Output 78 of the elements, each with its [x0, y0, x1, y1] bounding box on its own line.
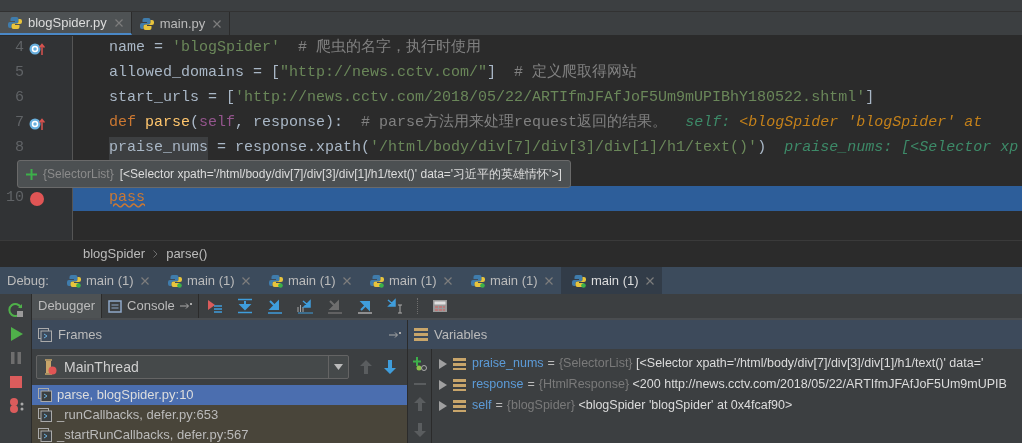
- code-line: allowed_domains = ["http://news.cctv.com/"] # 定义爬取得网站: [108, 62, 639, 84]
- variable-value: response = {HtmlResponse} <200 http://news.cctv.com/2018/05/22/ARTIfmJFAfJoF5Um9mUPIB: [472, 376, 1007, 394]
- frame-icon: [38, 428, 52, 442]
- calculator-icon[interactable]: [431, 298, 448, 314]
- variables-icon: [414, 328, 428, 341]
- code-line: start_urls = ['http://news.cctv.com/2018/05/22/ARTIfmJFAfJoF5Um9mUPIBhY180522.shtml']: [108, 88, 876, 109]
- stop-icon[interactable]: [7, 374, 24, 390]
- frame-item[interactable]: _startRunCallbacks, defer.py:567: [32, 425, 407, 443]
- breakpoint-icon[interactable]: [30, 191, 44, 206]
- close-icon[interactable]: [544, 276, 553, 285]
- python-icon: [139, 16, 154, 31]
- down-arrow-icon[interactable]: [383, 359, 397, 375]
- debug-tab[interactable]: main (1): [55, 267, 157, 294]
- rerun-icon[interactable]: [7, 302, 24, 318]
- variable-value: self = {blogSpider} <blogSpider 'blogSpider' at 0x4fcaf90>: [472, 397, 793, 415]
- debug-tab[interactable]: main (1): [459, 267, 561, 294]
- override-marker-icon[interactable]: [29, 116, 45, 131]
- expand-arrow-icon[interactable]: [439, 358, 447, 369]
- breadcrumb-item[interactable]: parse(): [166, 244, 208, 264]
- step-over-icon[interactable]: [236, 298, 253, 314]
- variable-value: praise_nums = {SelectorList} [<Selector xpath='/html/body/div[7]/div[3]/div[1]/h1/text()' data=': [472, 355, 984, 373]
- variable-icon: [453, 357, 466, 370]
- panel-header: Variables: [408, 320, 1022, 349]
- code-line: name = 'blogSpider' # 爬虫的名字，执行时使用: [108, 37, 483, 59]
- variable-icon: [453, 399, 466, 412]
- debug-tab[interactable]: main (1): [358, 267, 460, 294]
- step-into-my-code-icon[interactable]: [296, 298, 313, 314]
- panel-tab[interactable]: Debugger: [32, 294, 103, 318]
- code-line: def parse(self, response): # parse方法用来处理request返回的结果。 self: <blogSpider 'blogSpider' at: [108, 112, 984, 134]
- close-icon[interactable]: [114, 18, 123, 27]
- add-watch-icon[interactable]: [412, 357, 427, 371]
- python-icon: [571, 273, 586, 288]
- breadcrumb-item[interactable]: blogSpider: [83, 244, 146, 264]
- thread-icon: [42, 359, 58, 375]
- plus-icon[interactable]: [26, 168, 37, 180]
- expand-arrow-icon[interactable]: [439, 400, 447, 411]
- close-icon[interactable]: [213, 19, 222, 28]
- python-icon: [268, 273, 283, 288]
- chevron-icon: [153, 250, 159, 258]
- python-icon: [8, 15, 22, 30]
- python-icon: [470, 273, 485, 288]
- breakpoints-icon[interactable]: [7, 398, 24, 414]
- python-icon: [66, 273, 81, 288]
- expand-arrow-icon[interactable]: [439, 379, 447, 390]
- close-icon[interactable]: [342, 276, 351, 285]
- code-line: praise_nums = response.xpath('/html/body/div[7]/div[3]/div[1]/h1/text()') praise_nums: [<Selector xp: [73, 136, 1022, 161]
- python-icon: [369, 273, 384, 288]
- close-icon[interactable]: [241, 276, 250, 285]
- debug-tab[interactable]: main (1): [560, 267, 662, 294]
- debug-tab[interactable]: main (1): [257, 267, 359, 294]
- frame-item[interactable]: _runCallbacks, defer.py:653: [32, 405, 407, 425]
- python-icon: [167, 273, 182, 288]
- debug-label: Debug:: [6, 271, 50, 290]
- thread-dropdown[interactable]: MainThread: [36, 355, 349, 379]
- editor-tab[interactable]: blogSpider.py: [0, 12, 132, 35]
- close-icon[interactable]: [140, 276, 149, 285]
- pin-icon[interactable]: [389, 330, 401, 339]
- close-icon[interactable]: [645, 276, 654, 285]
- step-into-icon[interactable]: [266, 298, 283, 314]
- debug-tab[interactable]: main (1): [156, 267, 258, 294]
- force-step-into-icon[interactable]: [326, 298, 343, 314]
- execution-point-icon[interactable]: [206, 298, 223, 314]
- pin-icon[interactable]: [179, 302, 192, 310]
- value-tooltip: {SelectorList} [<Selector xpath='/html/body/div[7]/div[3]/div[1]/h1/text()' data='习近平的英雄情怀'>]: [17, 160, 571, 188]
- step-out-icon[interactable]: [356, 298, 373, 314]
- frame-icon: [38, 408, 52, 422]
- editor-tab[interactable]: main.py: [131, 12, 231, 35]
- close-icon[interactable]: [443, 276, 452, 285]
- frame-item[interactable]: parse, blogSpider.py:10: [32, 385, 407, 405]
- caret-icon: [334, 364, 343, 370]
- frame-icon: [38, 388, 52, 402]
- panel-header: Frames: [32, 320, 407, 349]
- frames-icon: [38, 327, 52, 342]
- console-icon: [108, 299, 123, 313]
- variable-icon: [453, 378, 466, 391]
- panel-tab[interactable]: Console: [102, 294, 199, 318]
- run-to-cursor-icon[interactable]: [386, 298, 403, 314]
- override-marker-icon[interactable]: [29, 41, 45, 56]
